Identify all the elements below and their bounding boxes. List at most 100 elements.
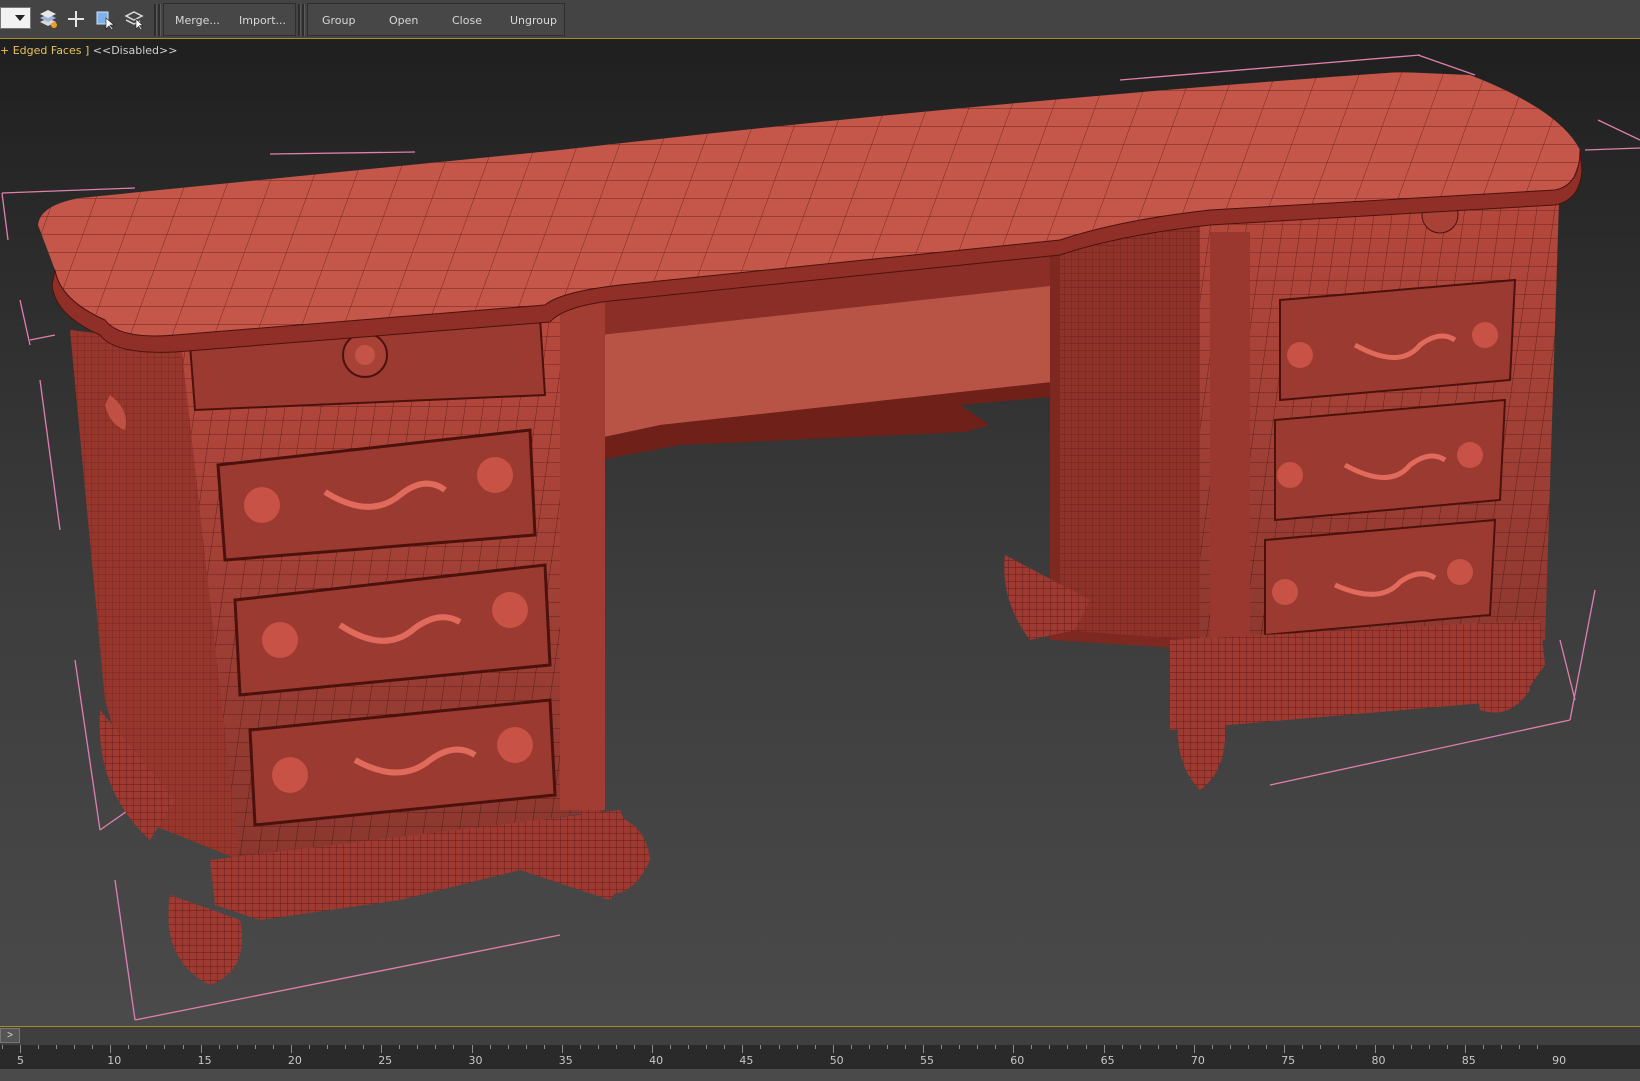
frame-tick (1067, 1045, 1069, 1049)
frame-tick (1302, 1045, 1304, 1049)
frame-tick (923, 1045, 924, 1053)
frame-tick (904, 1045, 906, 1049)
frame-tick (995, 1045, 997, 1049)
frame-tick-label: 65 (1100, 1054, 1115, 1067)
frame-tick (1464, 1045, 1466, 1053)
frame-tick (1139, 1045, 1141, 1049)
frame-tick (1031, 1045, 1033, 1049)
select-layer-icon[interactable] (122, 7, 146, 31)
frame-tick (1193, 1045, 1195, 1053)
frame-tick (254, 1045, 256, 1049)
frame-tick (1356, 1045, 1358, 1049)
frame-tick (543, 1045, 545, 1049)
timeline: > 5 10 15 20 25 30 35 40 45 50 55 60 65 70 75 80 85 90 (0, 1026, 1640, 1081)
frame-tick (1175, 1045, 1177, 1049)
frame-tick-label: 85 (1461, 1054, 1476, 1067)
viewport-label[interactable]: + Edged Faces ] <<Disabled>> (0, 44, 177, 57)
frame-tick (1, 1045, 3, 1049)
frame-tick (110, 1045, 112, 1053)
frame-tick (634, 1045, 636, 1049)
frame-tick (1211, 1045, 1213, 1049)
frame-tick (814, 1045, 816, 1049)
frame-tick (742, 1045, 744, 1053)
frame-tick-label: 10 (107, 1054, 122, 1067)
frame-tick (38, 1045, 40, 1049)
frame-tick (1121, 1045, 1123, 1049)
frame-tick-label: 40 (649, 1054, 664, 1067)
frame-tick (615, 1045, 617, 1049)
scene-canvas (1, 54, 1640, 1021)
toolbar-separator (158, 4, 161, 36)
frame-tick (1230, 1045, 1232, 1049)
frame-tick (850, 1045, 852, 1049)
frame-tick (236, 1045, 238, 1049)
add-icon[interactable] (64, 7, 88, 31)
toolbar-separator (154, 4, 157, 36)
frame-tick-label: 90 (1552, 1054, 1567, 1067)
frame-tick (399, 1045, 401, 1049)
frame-tick (941, 1045, 943, 1049)
frame-tick (218, 1045, 220, 1049)
frame-tick (128, 1045, 130, 1049)
frame-tick (977, 1045, 979, 1049)
frame-tick (832, 1045, 834, 1053)
group-button[interactable]: Group (322, 14, 356, 27)
frame-ruler[interactable]: 5 10 15 20 25 30 35 40 45 50 55 60 65 70 75 80 85 90 (0, 1045, 1640, 1069)
frame-tick (489, 1045, 491, 1049)
frame-tick (345, 1045, 347, 1049)
frame-tick-label: 15 (197, 1054, 212, 1067)
frame-tick (525, 1045, 527, 1049)
frame-tick-label: 5 (17, 1054, 24, 1067)
frame-tick (796, 1045, 798, 1049)
frame-tick (381, 1045, 383, 1053)
viewport-status-label: <<Disabled>> (92, 44, 178, 57)
frame-tick (1428, 1045, 1430, 1049)
left-pedestal (70, 300, 650, 985)
close-button[interactable]: Close (452, 14, 482, 27)
perspective-viewport[interactable]: + Edged Faces ] <<Disabled>> (0, 39, 1640, 1026)
frame-tick (886, 1045, 888, 1049)
time-slider[interactable]: > (0, 1027, 1640, 1046)
frame-tick (1338, 1045, 1340, 1049)
import-button[interactable]: Import... (239, 14, 286, 27)
toolbar-separator (298, 4, 301, 36)
frame-tick-label: 55 (920, 1054, 934, 1067)
ungroup-button[interactable]: Ungroup (510, 14, 557, 27)
frame-tick (597, 1045, 599, 1049)
frame-tick-label: 50 (829, 1054, 844, 1067)
layer-manager-icon[interactable] (36, 7, 60, 31)
frame-tick (688, 1045, 690, 1049)
frame-tick (363, 1045, 365, 1049)
open-button[interactable]: Open (389, 14, 418, 27)
frame-tick (561, 1045, 563, 1053)
frame-tick-label: 25 (378, 1054, 393, 1067)
main-toolbar: Merge... Import... Group Open Close Ungr… (0, 0, 1640, 39)
shading-mode-label[interactable]: + Edged Faces ] (0, 44, 89, 57)
frame-tick-label: 35 (558, 1054, 573, 1067)
frame-tick (471, 1045, 473, 1053)
frame-tick (182, 1045, 184, 1049)
frame-tick-label: 80 (1371, 1054, 1386, 1067)
select-object-icon[interactable] (93, 7, 117, 31)
frame-tick-label: 70 (1190, 1054, 1205, 1067)
frame-tick (760, 1045, 762, 1049)
selection-filter-dropdown[interactable] (0, 7, 31, 29)
toolbar-separator (302, 4, 305, 36)
frame-tick (308, 1045, 310, 1049)
frame-tick (272, 1045, 274, 1049)
frame-tick (1085, 1045, 1087, 1049)
frame-tick (1266, 1045, 1268, 1049)
merge-button[interactable]: Merge... (175, 14, 220, 27)
frame-tick (327, 1045, 329, 1049)
frame-tick (579, 1045, 581, 1049)
frame-tick (1446, 1045, 1448, 1049)
frame-tick (670, 1045, 672, 1049)
frame-tick (1374, 1045, 1376, 1053)
frame-tick (1157, 1045, 1159, 1049)
right-pedestal (1004, 170, 1560, 790)
frame-tick (652, 1045, 654, 1053)
frame-tick-label: 20 (287, 1054, 302, 1067)
time-slider-knob[interactable]: > (0, 1028, 20, 1043)
frame-tick-label: 75 (1281, 1054, 1296, 1067)
frame-tick-label: 45 (739, 1054, 754, 1067)
